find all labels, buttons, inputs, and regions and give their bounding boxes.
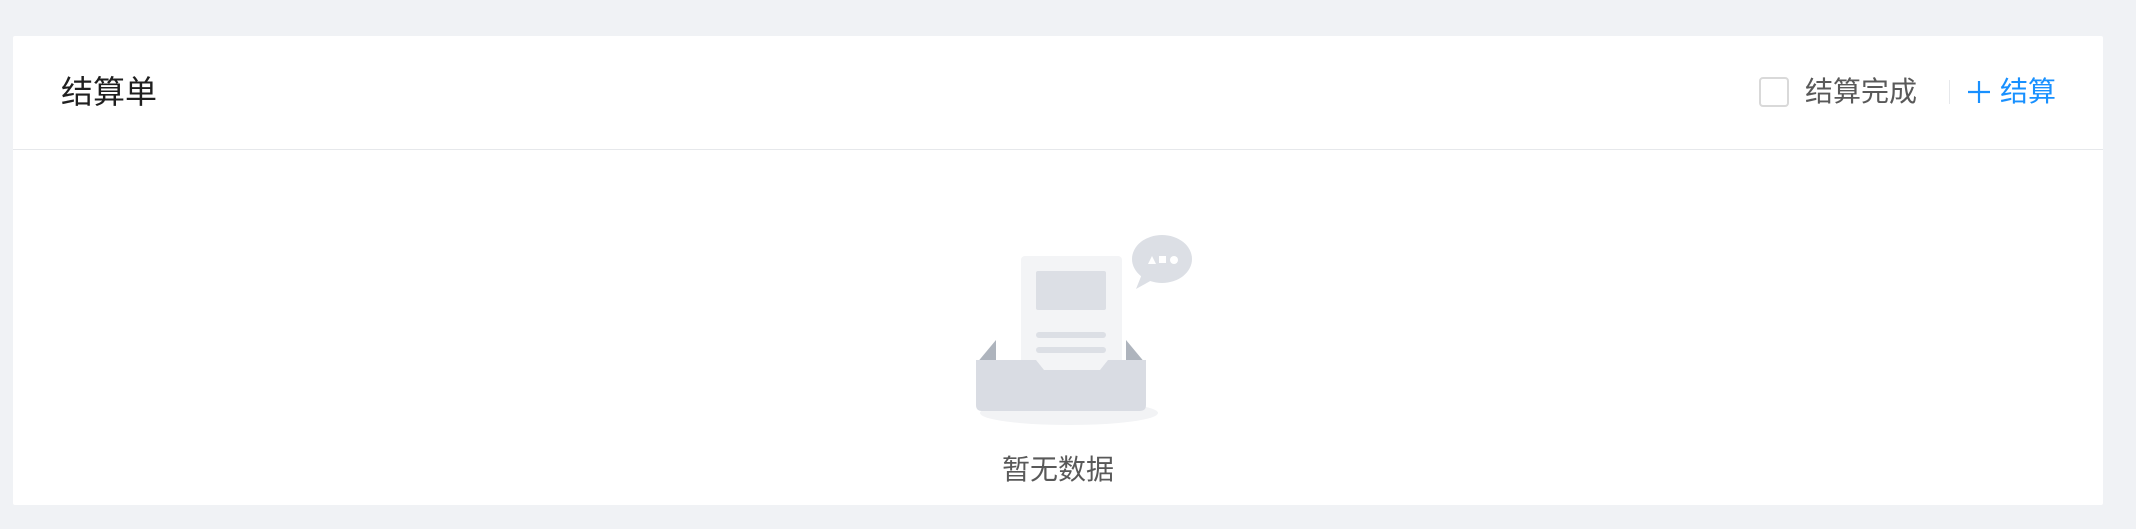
header-actions: 结算完成 结算 [1758,72,2056,112]
action-divider [1948,80,1950,104]
card-header: 结算单 结算完成 结算 [13,36,2103,150]
checkbox-box[interactable] [1758,77,1789,107]
add-settlement-label: 结算 [1999,75,2056,108]
empty-state-text: 暂无数据 [1001,453,1114,486]
plus-icon [1967,81,1990,103]
settlement-card: 结算单 结算完成 结算 暂无数据 [13,36,2103,505]
empty-state: 暂无数据 [13,150,2103,505]
empty-inbox-icon [976,235,1192,425]
settlement-complete-checkbox[interactable]: 结算完成 [1758,72,1917,112]
card-title: 结算单 [61,73,158,111]
checkbox-label: 结算完成 [1804,75,1917,108]
add-settlement-button[interactable]: 结算 [1966,72,2056,112]
